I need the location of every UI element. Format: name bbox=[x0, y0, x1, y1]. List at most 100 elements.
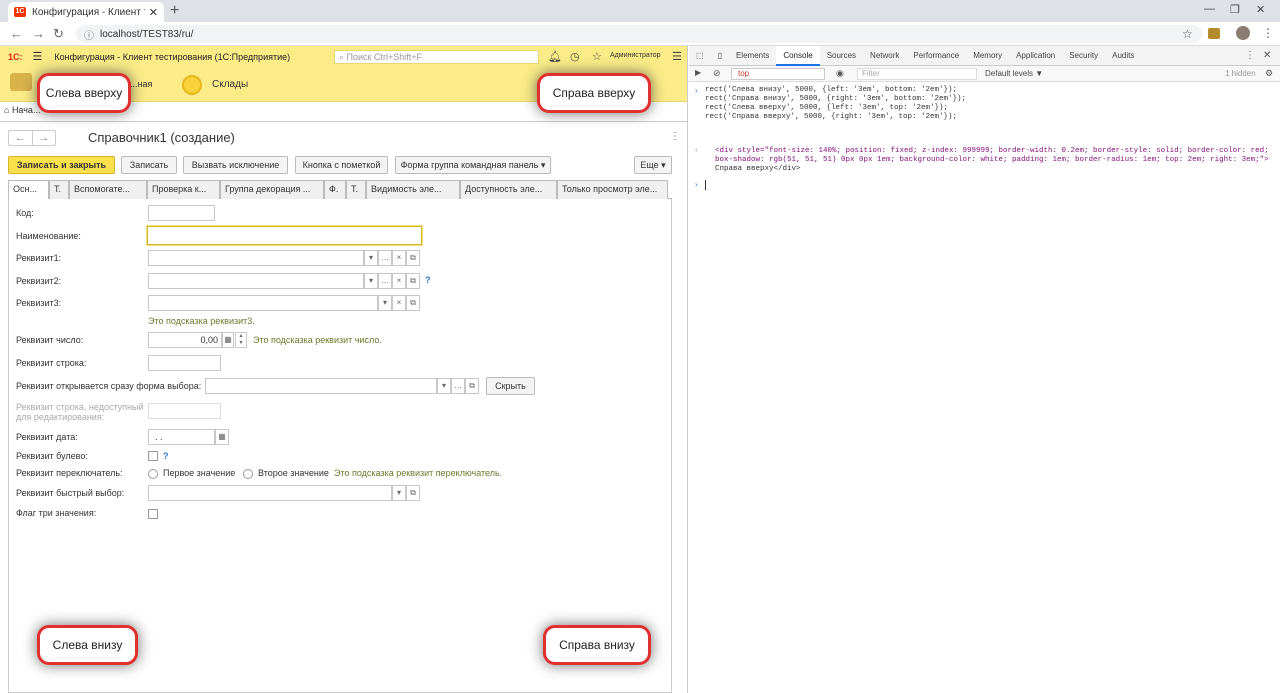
r1-select-icon[interactable]: … bbox=[378, 250, 392, 266]
r3-input[interactable] bbox=[148, 295, 378, 311]
r2-dropdown-icon[interactable]: ▾ bbox=[364, 273, 378, 289]
close-window-icon[interactable]: ✕ bbox=[1256, 3, 1265, 16]
tab-readonly[interactable]: Только просмотр эле... bbox=[557, 180, 668, 199]
r2-help-icon[interactable]: ? bbox=[425, 275, 431, 285]
tab-sources[interactable]: Sources bbox=[820, 46, 863, 66]
tab-memory[interactable]: Memory bbox=[966, 46, 1009, 66]
r3-open-icon[interactable]: ⧉ bbox=[406, 295, 420, 311]
code-input[interactable] bbox=[148, 205, 215, 221]
switch-option-1-radio[interactable] bbox=[148, 469, 158, 479]
r2-clear-icon[interactable]: × bbox=[392, 273, 406, 289]
switch-option-2-radio[interactable] bbox=[243, 469, 253, 479]
tab-network[interactable]: Network bbox=[863, 46, 906, 66]
quick-open-icon[interactable]: ⧉ bbox=[406, 485, 420, 501]
tab-elements[interactable]: Elements bbox=[729, 46, 776, 66]
home-tab[interactable]: ⌂ Нача... bbox=[4, 105, 40, 115]
tab-auxiliary[interactable]: Вспомогате... bbox=[69, 180, 147, 199]
str-input[interactable] bbox=[148, 355, 221, 371]
choice-open-icon[interactable]: ⧉ bbox=[465, 378, 479, 394]
sidebar-toggle-icon[interactable]: ▶ bbox=[695, 68, 701, 77]
flag3-checkbox[interactable] bbox=[148, 509, 158, 519]
name-input[interactable] bbox=[147, 226, 422, 245]
bell-icon[interactable]: 🔔︎ bbox=[548, 50, 562, 63]
calendar-icon[interactable]: ▦ bbox=[215, 429, 229, 445]
r2-input[interactable] bbox=[148, 273, 364, 289]
inspect-icon[interactable]: ⬚ bbox=[689, 46, 711, 66]
tab-audits[interactable]: Audits bbox=[1105, 46, 1141, 66]
choice-dropdown-icon[interactable]: ▾ bbox=[437, 378, 451, 394]
settings-menu-icon[interactable]: ☰ bbox=[672, 50, 682, 63]
new-tab-button[interactable]: + bbox=[170, 2, 179, 20]
main-menu-icon[interactable]: ☰ bbox=[33, 50, 43, 63]
tab-visibility[interactable]: Видимость эле... bbox=[366, 180, 460, 199]
r1-dropdown-icon[interactable]: ▾ bbox=[364, 250, 378, 266]
bool-help-icon[interactable]: ? bbox=[163, 451, 169, 461]
r1-open-icon[interactable]: ⧉ bbox=[406, 250, 420, 266]
bookmark-star-icon[interactable]: ☆ bbox=[1182, 27, 1193, 41]
reload-icon[interactable]: ↻ bbox=[53, 26, 64, 42]
hide-button[interactable]: Скрыть bbox=[486, 377, 535, 395]
app-search-input[interactable]: ⌕ Поиск Ctrl+Shift+F bbox=[334, 50, 539, 64]
section-warehouse-icon[interactable] bbox=[182, 75, 202, 95]
tab-main[interactable]: Осн... bbox=[8, 180, 49, 199]
quick-dropdown-icon[interactable]: ▾ bbox=[392, 485, 406, 501]
r3-clear-icon[interactable]: × bbox=[392, 295, 406, 311]
browser-menu-icon[interactable]: ⋮ bbox=[1262, 26, 1274, 40]
tab-t1[interactable]: Т. bbox=[49, 180, 69, 199]
browser-tab[interactable]: 1C Конфигурация - Клиент тестир... ✕ bbox=[8, 2, 164, 22]
tab-security[interactable]: Security bbox=[1062, 46, 1105, 66]
section-label-2[interactable]: ...ная bbox=[130, 79, 152, 89]
maximize-icon[interactable]: ❐ bbox=[1230, 3, 1240, 16]
forward-icon[interactable]: → bbox=[32, 26, 45, 41]
close-tab-icon[interactable]: ✕ bbox=[149, 6, 158, 19]
favorites-star-icon[interactable]: ☆ bbox=[592, 50, 602, 63]
save-close-button[interactable]: Записать и закрыть bbox=[8, 156, 115, 174]
tab-t2[interactable]: Т. bbox=[346, 180, 366, 199]
profile-avatar[interactable] bbox=[1236, 26, 1250, 40]
section-warehouses[interactable]: Склады bbox=[212, 79, 248, 90]
levels-select[interactable]: Default levels ▼ bbox=[985, 69, 1043, 78]
tab-check[interactable]: Проверка к... bbox=[147, 180, 220, 199]
r1-input[interactable] bbox=[148, 250, 364, 266]
command-group-button[interactable]: Форма группа командная панель ▾ bbox=[395, 156, 551, 174]
extension-icon[interactable] bbox=[1208, 28, 1220, 39]
clear-console-icon[interactable]: ⊘ bbox=[713, 68, 721, 79]
devtools-menu-icon[interactable]: ⋮ bbox=[1245, 50, 1255, 61]
console-settings-icon[interactable]: ⚙ bbox=[1265, 68, 1273, 79]
user-name[interactable]: Администратор bbox=[610, 52, 661, 59]
r1-clear-icon[interactable]: × bbox=[392, 250, 406, 266]
tab-availability[interactable]: Доступность эле... bbox=[460, 180, 557, 199]
console-filter-input[interactable]: Filter bbox=[857, 68, 977, 80]
form-back-icon[interactable]: ← bbox=[9, 131, 33, 145]
history-icon[interactable]: ◷ bbox=[570, 50, 580, 63]
device-toggle-icon[interactable]: ▯ bbox=[711, 46, 729, 66]
save-button[interactable]: Записать bbox=[121, 156, 177, 174]
devtools-close-icon[interactable]: ✕ bbox=[1263, 50, 1271, 61]
tab-decoration-group[interactable]: Группа декорация ... bbox=[220, 180, 324, 199]
tab-console[interactable]: Console bbox=[776, 45, 820, 66]
r2-select-icon[interactable]: … bbox=[378, 273, 392, 289]
tab-application[interactable]: Application bbox=[1009, 46, 1062, 66]
tab-f[interactable]: Ф. bbox=[324, 180, 346, 199]
eye-icon[interactable]: ◉ bbox=[836, 68, 844, 79]
mark-button[interactable]: Кнопка с пометкой bbox=[295, 156, 388, 174]
form-menu-icon[interactable]: ⋮ bbox=[670, 131, 680, 142]
tab-performance[interactable]: Performance bbox=[906, 46, 966, 66]
date-input[interactable]: . . bbox=[148, 429, 215, 445]
num-input[interactable]: 0,00 bbox=[148, 332, 222, 348]
minimize-icon[interactable]: — bbox=[1204, 3, 1215, 15]
console-input[interactable] bbox=[705, 180, 706, 190]
choice-input[interactable] bbox=[205, 378, 437, 394]
calculator-icon[interactable]: ▦ bbox=[222, 332, 234, 348]
quick-input[interactable] bbox=[148, 485, 392, 501]
raise-exception-button[interactable]: Вызвать исключение bbox=[183, 156, 288, 174]
back-icon[interactable]: ← bbox=[10, 26, 23, 41]
r2-open-icon[interactable]: ⧉ bbox=[406, 273, 420, 289]
form-forward-icon[interactable]: → bbox=[33, 131, 56, 145]
choice-select-icon[interactable]: … bbox=[451, 378, 465, 394]
r3-dropdown-icon[interactable]: ▾ bbox=[378, 295, 392, 311]
section-main-icon[interactable] bbox=[10, 73, 32, 91]
more-button[interactable]: Еще ▾ bbox=[634, 156, 672, 174]
bool-checkbox[interactable] bbox=[148, 451, 158, 461]
num-stepper[interactable]: ▴ ▾ bbox=[235, 332, 247, 348]
